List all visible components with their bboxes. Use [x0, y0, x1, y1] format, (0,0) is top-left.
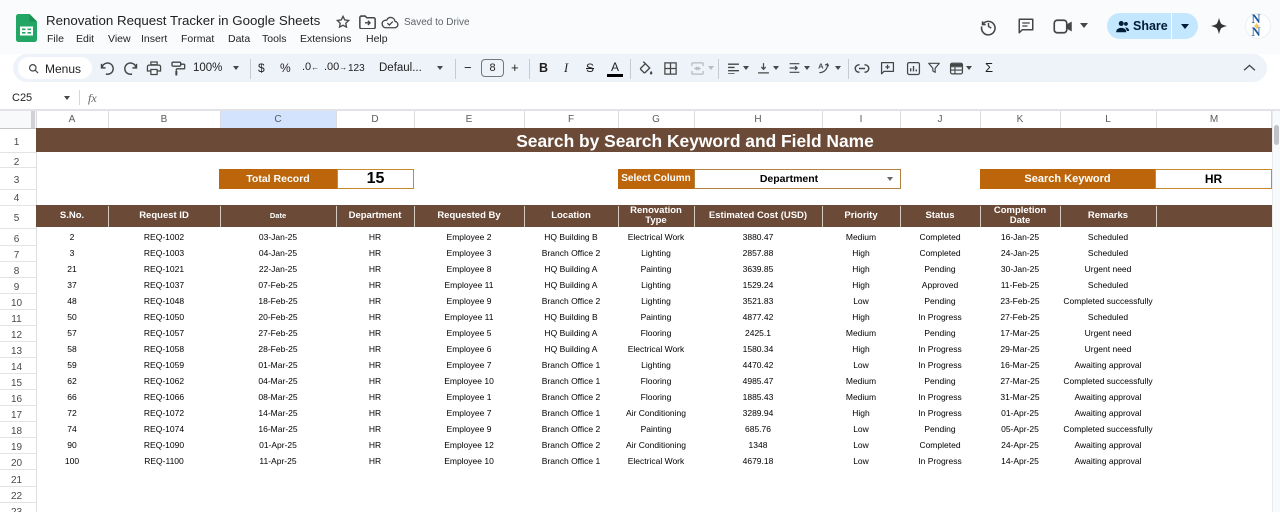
svg-text:A: A [818, 62, 824, 71]
